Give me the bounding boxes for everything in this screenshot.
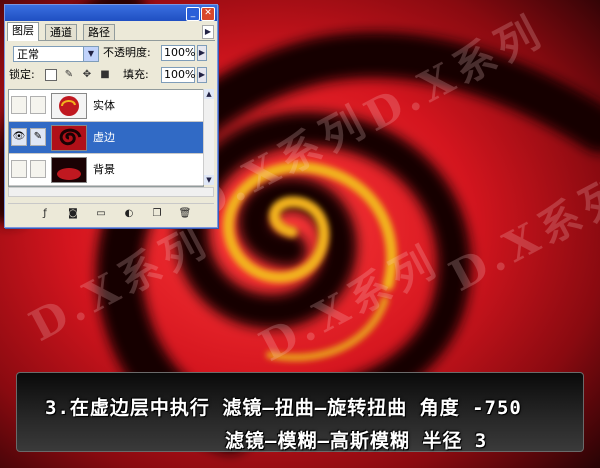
layer-row-blur-edge[interactable]: 👁 ✎ 虚边: [9, 122, 203, 154]
layer-style-icon[interactable]: ƒ: [38, 207, 52, 221]
lock-transparency-icon[interactable]: [45, 69, 57, 81]
panel-menu-icon[interactable]: ▶: [202, 25, 214, 39]
layers-horizontal-scrollbar[interactable]: [8, 187, 214, 197]
layers-list: 实体 👁 ✎ 虚边 背景: [8, 89, 204, 187]
opacity-slider-arrow-icon[interactable]: ▶: [197, 45, 207, 61]
lock-position-move-icon[interactable]: ✥: [81, 69, 93, 81]
scroll-up-icon[interactable]: ▲: [204, 89, 214, 99]
opacity-label: 不透明度:: [103, 46, 151, 59]
blend-mode-select[interactable]: 正常 ▼: [13, 46, 99, 62]
caption-line-2: 滤镜—模糊—高斯模糊 半径 3: [225, 430, 488, 452]
chevron-down-icon: ▼: [83, 47, 98, 61]
fill-label: 填充:: [123, 68, 149, 81]
tutorial-caption: 3.在虚边层中执行 滤镜—扭曲—旋转扭曲 角度 -750 滤镜—模糊—高斯模糊 …: [16, 372, 584, 452]
layer-name: 虚边: [93, 131, 115, 144]
tab-layers[interactable]: 图层: [7, 22, 39, 41]
lock-image-brush-icon[interactable]: ✎: [63, 69, 75, 81]
delete-layer-icon[interactable]: 🗑: [178, 207, 192, 221]
layer-name: 背景: [93, 163, 115, 176]
adjustment-layer-icon[interactable]: ◐: [122, 207, 136, 221]
layer-name: 实体: [93, 99, 115, 112]
fill-slider-arrow-icon[interactable]: ▶: [197, 67, 207, 83]
layer-row-background[interactable]: 背景: [9, 154, 203, 186]
lock-label: 锁定:: [9, 68, 35, 81]
lock-all-icon[interactable]: ■: [99, 69, 111, 81]
tab-channels[interactable]: 通道: [45, 24, 77, 40]
new-group-icon[interactable]: ▭: [94, 207, 108, 221]
layer-row-solid[interactable]: 实体: [9, 90, 203, 122]
layers-vertical-scrollbar[interactable]: ▲ ▼: [203, 89, 214, 185]
fill-input[interactable]: 100%: [161, 67, 195, 83]
layers-bottom-toolbar: ƒ ◙ ▭ ◐ ❐ 🗑: [8, 203, 214, 224]
layer-link-toggle[interactable]: [30, 160, 46, 178]
blend-mode-value: 正常: [17, 48, 39, 61]
tab-paths[interactable]: 路径: [83, 24, 115, 40]
brush-icon[interactable]: ✎: [30, 128, 46, 146]
close-icon[interactable]: ✕: [201, 7, 215, 21]
layer-mask-icon[interactable]: ◙: [66, 207, 80, 221]
opacity-input[interactable]: 100%: [161, 45, 195, 61]
panel-titlebar[interactable]: _ ✕: [5, 5, 217, 21]
layers-panel: _ ✕ 图层 通道 路径 ▶ 正常 ▼ 不透明度: 100% ▶ 锁定: ✎ ✥…: [4, 4, 218, 228]
minimize-icon[interactable]: _: [186, 7, 200, 21]
visibility-toggle[interactable]: [11, 160, 27, 178]
new-layer-icon[interactable]: ❐: [150, 207, 164, 221]
layer-thumbnail: [51, 157, 87, 183]
layer-thumbnail: [51, 93, 87, 119]
layer-link-toggle[interactable]: [30, 96, 46, 114]
layer-thumbnail: [51, 125, 87, 151]
visibility-toggle[interactable]: [11, 96, 27, 114]
panel-tabs: 图层 通道 路径 ▶: [7, 22, 215, 41]
scroll-down-icon[interactable]: ▼: [204, 175, 214, 185]
blend-opacity-row: 正常 ▼ 不透明度: 100% ▶: [9, 43, 213, 63]
lock-fill-row: 锁定: ✎ ✥ ■ 填充: 100% ▶: [9, 65, 213, 85]
caption-line-1: 3.在虚边层中执行 滤镜—扭曲—旋转扭曲 角度 -750: [45, 397, 522, 419]
eye-icon[interactable]: 👁: [11, 128, 27, 146]
